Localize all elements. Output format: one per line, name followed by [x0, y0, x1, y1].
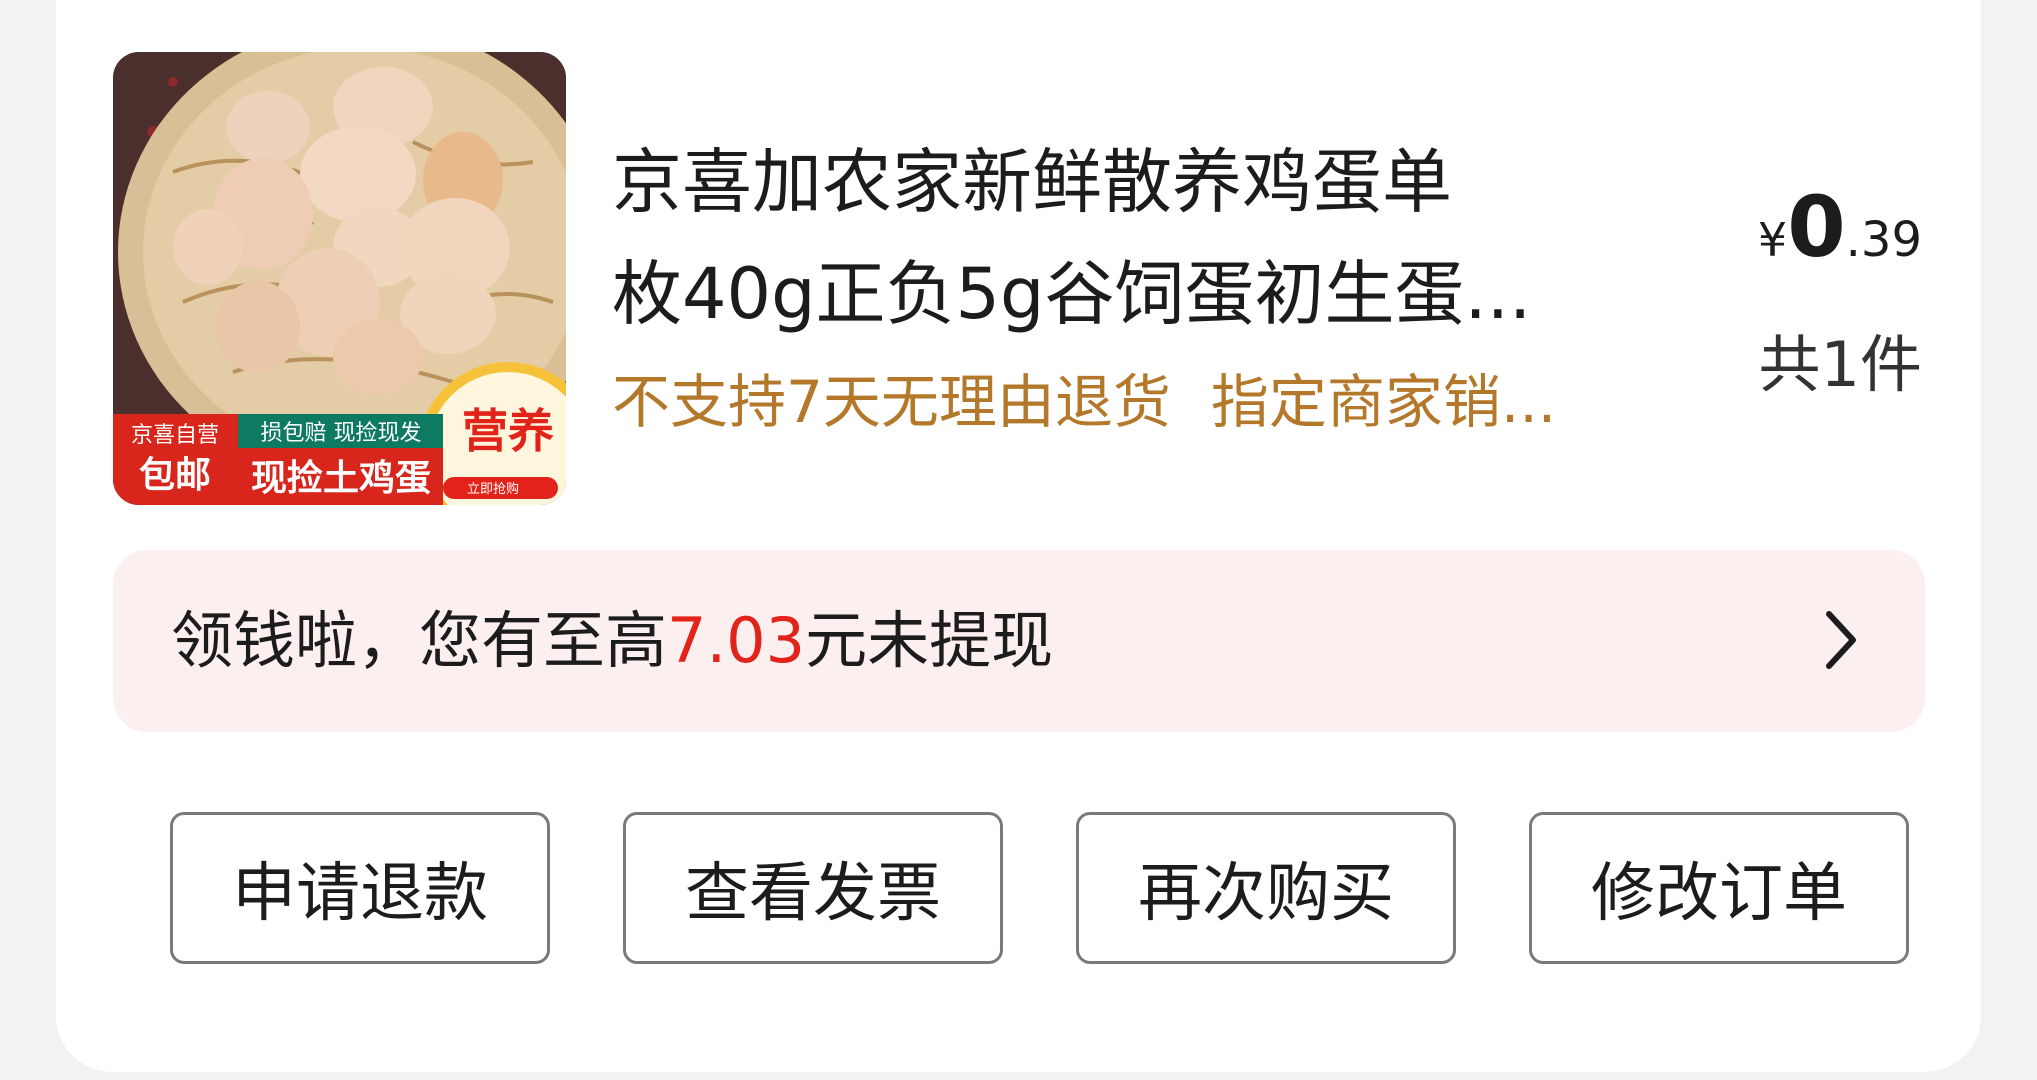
badge-self-operated-text: 京喜自营 — [131, 423, 219, 448]
cash-withdraw-banner[interactable]: 领钱啦，您有至高7.03元未提现 — [113, 550, 1925, 732]
badge-nutrition-text: 营养 — [462, 404, 554, 458]
buy-again-button[interactable]: 再次购买 — [1076, 812, 1456, 964]
badge-main-text: 现捡土鸡蛋 — [251, 458, 431, 499]
view-invoice-button[interactable]: 查看发票 — [623, 812, 1003, 964]
price-integer: 0 — [1787, 178, 1846, 276]
quantity-text: 共1件 — [1758, 328, 1922, 401]
price: ¥0.39 — [1758, 178, 1922, 276]
request-refund-button[interactable]: 申请退款 — [170, 812, 550, 964]
order-actions: 申请退款 查看发票 再次购买 修改订单 — [170, 812, 1913, 970]
chevron-right-icon — [1826, 611, 1856, 669]
cash-banner-suffix: 元未提现 — [805, 604, 1054, 677]
cash-banner-text: 领钱啦，您有至高7.03元未提现 — [171, 604, 1053, 678]
badge-buy-text: 立即抢购 — [467, 481, 519, 497]
price-decimal: .39 — [1845, 212, 1922, 268]
badge-strip-text: 损包赔 现捡现发 — [261, 421, 422, 446]
currency-symbol: ¥ — [1757, 213, 1788, 267]
cash-banner-amount: 7.03 — [667, 604, 806, 677]
modify-order-button[interactable]: 修改订单 — [1529, 812, 1909, 964]
tag-no-return: 不支持7天无理由退货 — [612, 368, 1171, 436]
badge-free-shipping-text: 包邮 — [139, 455, 211, 496]
tag-designated-seller: 指定商家销... — [1210, 368, 1557, 436]
product-title-line-2: 枚40g正负5g谷饲蛋初生蛋... — [612, 253, 1532, 335]
product-tags: 不支持7天无理由退货 指定商家销... — [612, 366, 1596, 438]
product-title-line-1: 京喜加农家新鲜散养鸡蛋单 — [612, 141, 1452, 223]
product-thumbnail[interactable]: 营养 立即抢购 京喜自营 包邮 损包赔 现捡现发 现捡土鸡蛋 — [113, 52, 566, 505]
cash-banner-prefix: 领钱啦，您有至高 — [171, 604, 668, 677]
product-title[interactable]: 京喜加农家新鲜散养鸡蛋单 枚40g正负5g谷饲蛋初生蛋... — [612, 126, 1612, 350]
